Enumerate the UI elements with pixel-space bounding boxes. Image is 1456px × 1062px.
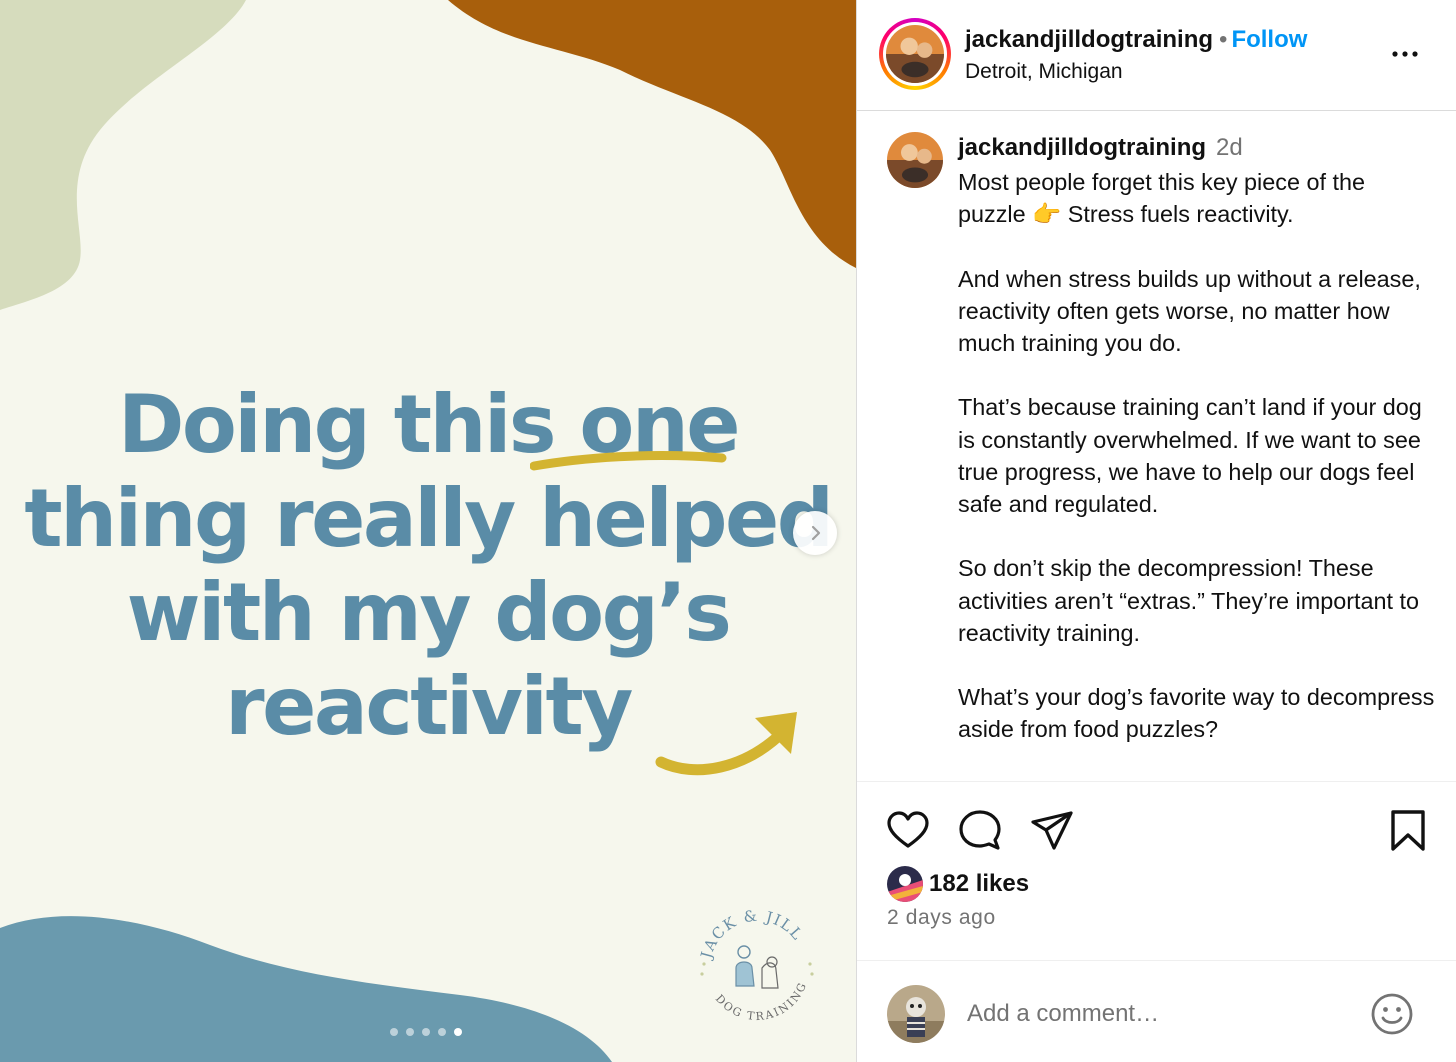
rust-blob bbox=[448, 0, 856, 268]
caption-paragraph: That’s because training can’t land if yo… bbox=[958, 394, 1422, 517]
author-avatar-image bbox=[886, 25, 944, 83]
carousel-dot bbox=[406, 1028, 414, 1036]
caption-section: jackandjilldogtraining 2d Most people for… bbox=[857, 112, 1456, 780]
svg-text:DOG TRAINING: DOG TRAINING bbox=[713, 979, 810, 1023]
brush-underline bbox=[530, 451, 727, 471]
blue-blob bbox=[0, 916, 612, 1062]
header-user-line: jackandjilldogtraining • Follow bbox=[965, 26, 1307, 54]
curved-arrow-icon bbox=[655, 712, 797, 776]
carousel-next-button[interactable] bbox=[793, 511, 837, 555]
carousel-dot bbox=[422, 1028, 430, 1036]
comment-bubble-icon[interactable] bbox=[957, 808, 1003, 854]
more-options-icon[interactable] bbox=[1389, 38, 1421, 70]
viewer-avatar bbox=[887, 985, 945, 1043]
carousel-dot-active bbox=[454, 1028, 462, 1036]
headline-line3: with my dog’s bbox=[126, 566, 732, 659]
smiley-icon[interactable] bbox=[1369, 991, 1415, 1037]
caption-paragraph: What’s your dog’s favorite way to decomp… bbox=[958, 684, 1435, 743]
carousel-indicator bbox=[390, 1028, 462, 1036]
header-username[interactable]: jackandjilldogtraining bbox=[965, 26, 1213, 53]
header-separator: • bbox=[1219, 26, 1228, 53]
action-bar bbox=[857, 800, 1456, 860]
divider bbox=[857, 781, 1456, 782]
post-header: jackandjilldogtraining • Follow Detroit, M… bbox=[857, 0, 1456, 111]
comment-bar bbox=[857, 960, 1456, 1062]
headline-line2: thing really helped bbox=[24, 472, 834, 565]
headline-line1-start: Doing this bbox=[117, 378, 580, 471]
caption-username[interactable]: jackandjilldogtraining bbox=[958, 134, 1206, 161]
liker-avatar[interactable] bbox=[887, 866, 923, 902]
post-details-panel: jackandjilldogtraining • Follow Detroit, M… bbox=[856, 0, 1456, 1062]
paper-plane-icon[interactable] bbox=[1029, 808, 1075, 854]
caption-text: Most people forget this key piece of the… bbox=[958, 166, 1438, 778]
caption-time[interactable]: 2d bbox=[1216, 134, 1243, 161]
caption-paragraph: And when stress builds up without a rele… bbox=[958, 265, 1421, 356]
caption-author-avatar[interactable] bbox=[887, 132, 943, 188]
logo-text-bottom: DOG TRAINING bbox=[713, 979, 808, 1023]
likes-row: 182 likes bbox=[887, 864, 1029, 904]
sage-blob bbox=[0, 0, 246, 310]
post-time-ago[interactable]: 2 days ago bbox=[887, 906, 996, 930]
slide-headline: Doing this one thing really helped with … bbox=[0, 378, 856, 754]
carousel-dot bbox=[438, 1028, 446, 1036]
likes-count[interactable]: 182 likes bbox=[929, 870, 1029, 898]
post-media[interactable]: Doing this one thing really helped with … bbox=[0, 0, 856, 1062]
chevron-right-icon bbox=[811, 525, 821, 541]
carousel-dot bbox=[390, 1028, 398, 1036]
caption-paragraph: So don’t skip the decompression! These a… bbox=[958, 555, 1420, 646]
comment-input[interactable] bbox=[967, 993, 1327, 1035]
header-location[interactable]: Detroit, Michigan bbox=[965, 60, 1123, 84]
bookmark-icon[interactable] bbox=[1385, 808, 1431, 854]
caption-user-line: jackandjilldogtraining 2d bbox=[958, 134, 1243, 162]
jack-and-jill-logo: JACK & JILL DOG TRAINING bbox=[697, 907, 814, 1023]
caption-paragraph: Most people forget this key piece of the… bbox=[958, 169, 1365, 228]
author-avatar[interactable] bbox=[879, 18, 951, 90]
follow-button[interactable]: Follow bbox=[1231, 26, 1307, 53]
svg-text:JACK & JILL: JACK & JILL bbox=[697, 907, 807, 963]
logo-text-top: JACK & JILL bbox=[697, 907, 806, 963]
heart-icon[interactable] bbox=[885, 808, 931, 854]
